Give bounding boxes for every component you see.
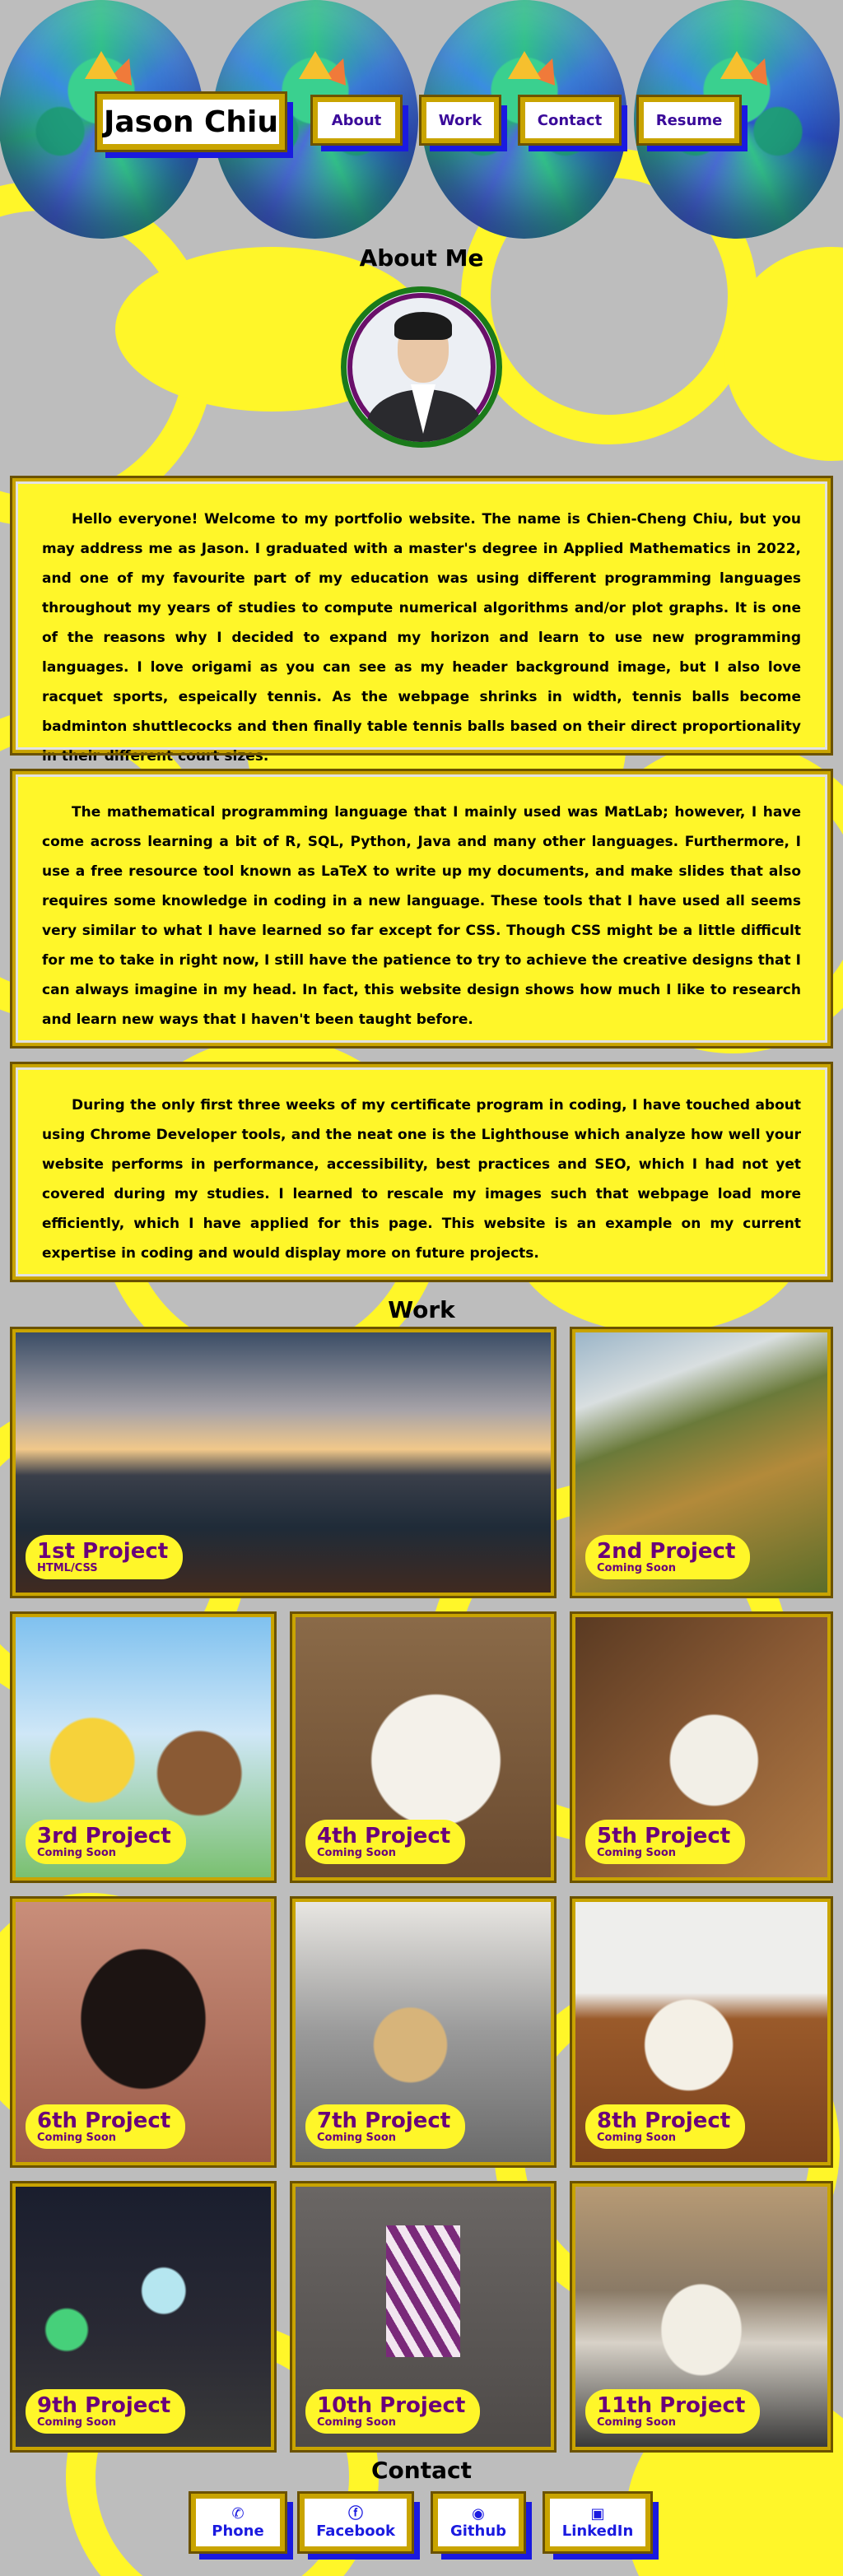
project-title: 3rd Project xyxy=(37,1824,171,1848)
about-paragraph-2: The mathematical programming language th… xyxy=(10,769,833,1049)
contact-title: Contact xyxy=(371,2457,472,2484)
facebook-icon: ⓕ xyxy=(348,2504,363,2523)
project-title: 8th Project xyxy=(597,2109,731,2133)
logo-link[interactable]: Jason Chiu xyxy=(95,91,287,152)
project-subtitle: Coming Soon xyxy=(597,2132,677,2144)
contact-linkedin-button[interactable]: ▣ LinkedIn xyxy=(543,2491,653,2554)
project-subtitle: Coming Soon xyxy=(597,1847,677,1859)
project-subtitle: Coming Soon xyxy=(37,1847,117,1859)
project-card-10[interactable]: 10th Project Coming Soon xyxy=(290,2181,557,2453)
project-title: 6th Project xyxy=(37,2109,171,2133)
project-subtitle: Coming Soon xyxy=(317,2132,397,2144)
contact-phone-button[interactable]: ✆ Phone xyxy=(189,2491,287,2554)
project-title: 11th Project xyxy=(597,2393,746,2418)
project-card-7[interactable]: 7th Project Coming Soon xyxy=(290,1896,557,2168)
project-title: 7th Project xyxy=(317,2109,451,2133)
project-subtitle: Coming Soon xyxy=(37,2132,117,2144)
github-icon: ◉ xyxy=(472,2504,485,2523)
contact-label: Phone xyxy=(212,2522,264,2540)
header: Jason Chiu About Work Contact Resume xyxy=(0,0,843,242)
project-card-1[interactable]: 1st Project HTML/CSS xyxy=(10,1327,557,1598)
nav-about-link[interactable]: About xyxy=(310,95,403,146)
contact-label: LinkedIn xyxy=(561,2522,634,2540)
project-title: 5th Project xyxy=(597,1824,731,1848)
project-card-2[interactable]: 2nd Project Coming Soon xyxy=(570,1327,833,1598)
contact-github-button[interactable]: ◉ Github xyxy=(431,2491,526,2554)
project-card-4[interactable]: 4th Project Coming Soon xyxy=(290,1611,557,1883)
about-title: About Me xyxy=(359,244,484,272)
project-subtitle: Coming Soon xyxy=(317,2416,397,2429)
profile-photo xyxy=(341,286,502,448)
project-title: 4th Project xyxy=(317,1824,451,1848)
phone-icon: ✆ xyxy=(231,2504,245,2523)
linkedin-icon: ▣ xyxy=(590,2504,605,2523)
nav-contact-link[interactable]: Contact xyxy=(518,95,622,146)
contact-label: Facebook xyxy=(316,2522,395,2540)
project-subtitle: Coming Soon xyxy=(597,1562,677,1574)
project-card-6[interactable]: 6th Project Coming Soon xyxy=(10,1896,277,2168)
project-subtitle: Coming Soon xyxy=(317,1847,397,1859)
nav-resume-link[interactable]: Resume xyxy=(636,95,742,146)
nav-work-link[interactable]: Work xyxy=(419,95,501,146)
project-subtitle: Coming Soon xyxy=(597,2416,677,2429)
project-subtitle: Coming Soon xyxy=(37,2416,117,2429)
contact-label: Github xyxy=(449,2522,507,2540)
project-title: 10th Project xyxy=(317,2393,466,2418)
project-title: 1st Project xyxy=(37,1539,169,1564)
contact-facebook-button[interactable]: ⓕ Facebook xyxy=(297,2491,414,2554)
work-title: Work xyxy=(388,1296,455,1323)
project-card-11[interactable]: 11th Project Coming Soon xyxy=(570,2181,833,2453)
project-card-8[interactable]: 8th Project Coming Soon xyxy=(570,1896,833,2168)
about-paragraph-1: Hello everyone! Welcome to my portfolio … xyxy=(10,476,833,765)
project-card-3[interactable]: 3rd Project Coming Soon xyxy=(10,1611,277,1883)
work-grid: 1st Project HTML/CSS 2nd Project Coming So… xyxy=(10,1327,833,2453)
about-paragraph-3: During the only first three weeks of my … xyxy=(10,1062,833,1282)
project-title: 2nd Project xyxy=(597,1539,736,1564)
contact-links: ✆ Phone ⓕ Facebook ◉ Github ▣ LinkedIn xyxy=(0,2487,843,2569)
project-subtitle: HTML/CSS xyxy=(37,1562,98,1574)
project-card-5[interactable]: 5th Project Coming Soon xyxy=(570,1611,833,1883)
project-card-9[interactable]: 9th Project Coming Soon xyxy=(10,2181,277,2453)
project-title: 9th Project xyxy=(37,2393,171,2418)
